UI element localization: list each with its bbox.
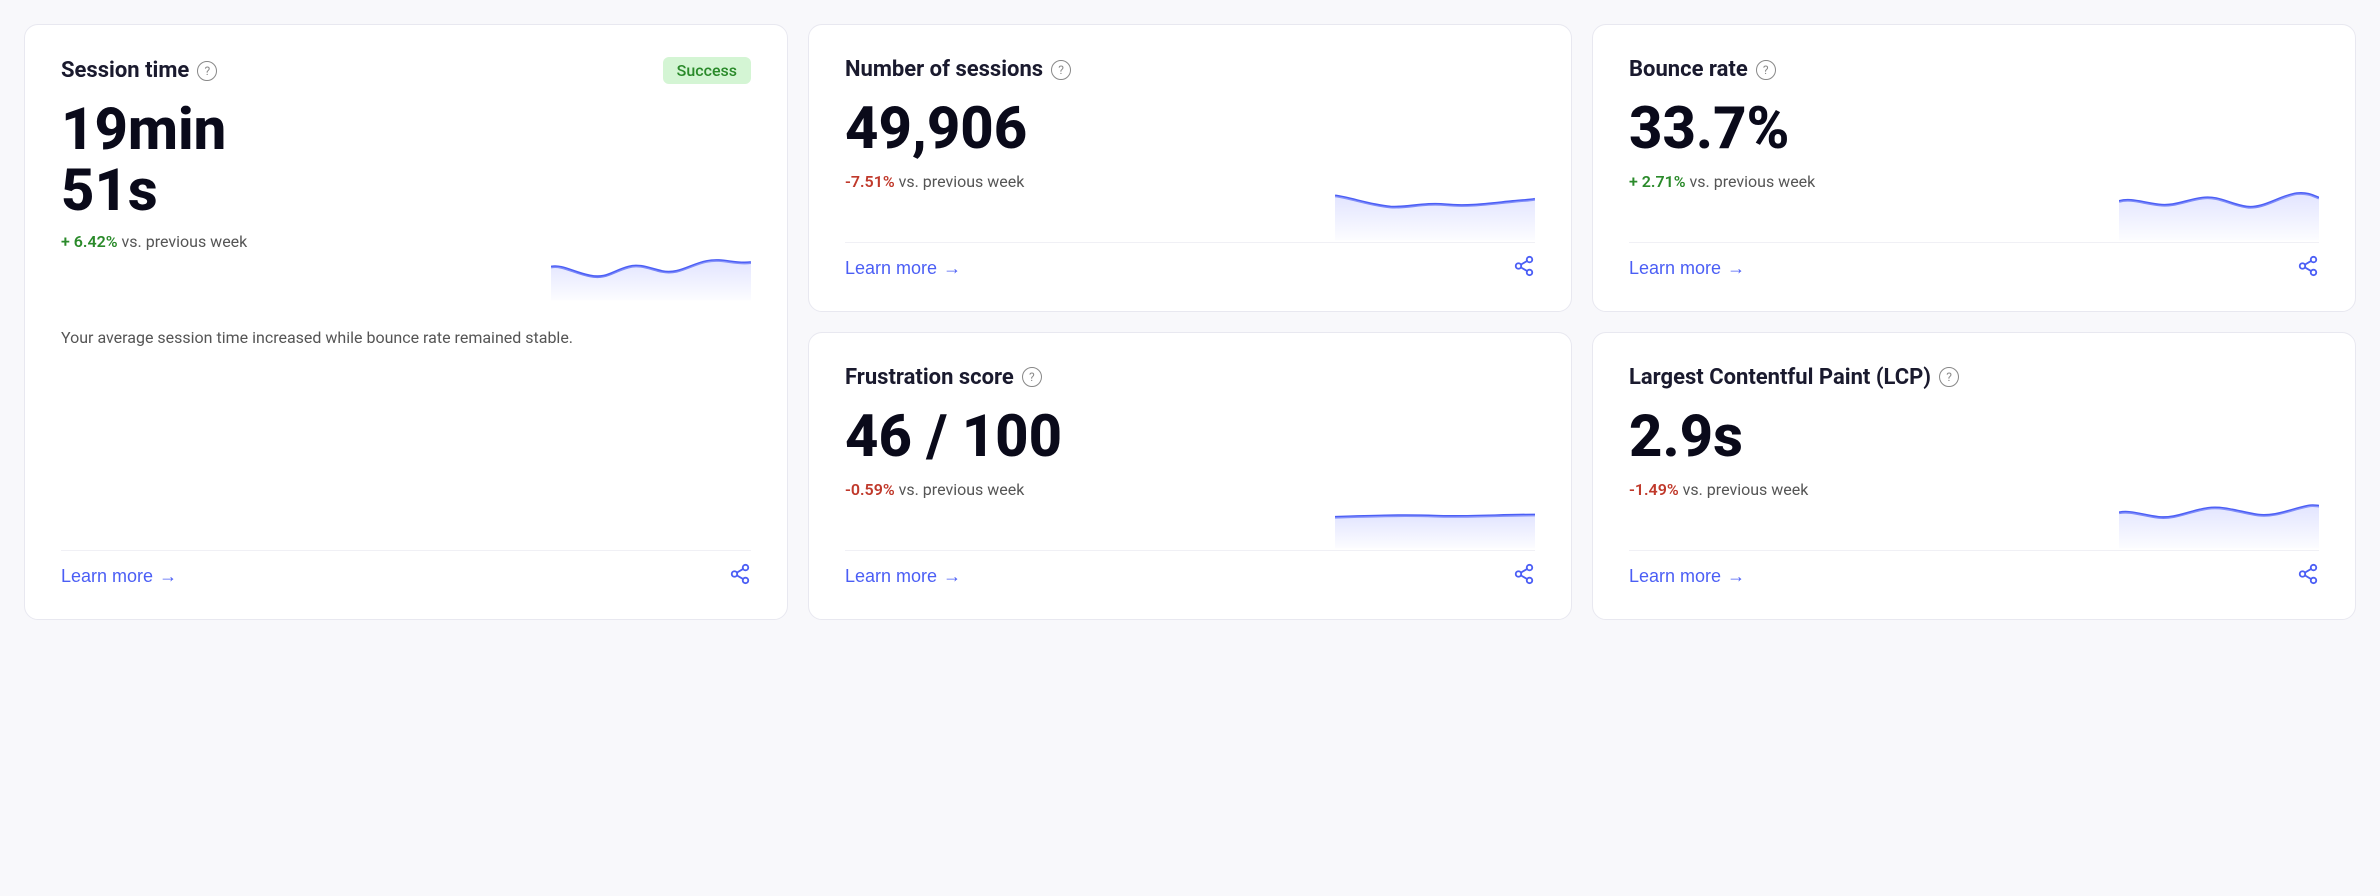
metric-left: + 6.42% vs. previous week [61, 232, 531, 255]
info-icon[interactable]: ? [1939, 367, 1959, 387]
title-text: Number of sessions [845, 57, 1043, 82]
info-icon[interactable]: ? [197, 61, 217, 81]
card-header: Frustration score ? [845, 365, 1535, 390]
card-footer: Learn more → [1629, 242, 2319, 283]
metric-row: + 2.71% vs. previous week [1629, 172, 2319, 242]
change-value: -7.51% [845, 172, 895, 191]
change-text: + 6.42% vs. previous week [61, 232, 531, 251]
learn-more-label: Learn more [845, 566, 937, 587]
title-text: Largest Contentful Paint (LCP) [1629, 365, 1931, 390]
info-icon[interactable]: ? [1022, 367, 1042, 387]
change-label: vs. previous week [899, 480, 1025, 499]
change-label: vs. previous week [1690, 172, 1816, 191]
card-footer: Learn more → [1629, 550, 2319, 591]
dashboard: Session time ? Success 19min51s + 6.42% … [24, 24, 2356, 620]
change-text: -1.49% vs. previous week [1629, 480, 2099, 499]
title-text: Bounce rate [1629, 57, 1748, 82]
metric-left: -1.49% vs. previous week [1629, 480, 2099, 503]
metric-left: -7.51% vs. previous week [845, 172, 1315, 195]
title-text: Frustration score [845, 365, 1014, 390]
share-button[interactable] [2297, 255, 2319, 283]
card-title: Number of sessions ? [845, 57, 1071, 82]
metric-left: -0.59% vs. previous week [845, 480, 1315, 503]
arrow-icon: → [1727, 258, 1745, 279]
change-label: vs. previous week [1683, 480, 1809, 499]
learn-more-button[interactable]: Learn more → [61, 566, 177, 587]
learn-more-button[interactable]: Learn more → [845, 566, 961, 587]
change-value: -1.49% [1629, 480, 1679, 499]
frustration-score-card: Frustration score ? 46 / 100 -0.59% vs. … [808, 332, 1572, 620]
sparkline-bounce [2119, 172, 2319, 242]
learn-more-label: Learn more [61, 566, 153, 587]
change-value: + 2.71% [1629, 172, 1686, 191]
share-button[interactable] [2297, 563, 2319, 591]
success-badge: Success [663, 57, 751, 84]
learn-more-button[interactable]: Learn more → [1629, 566, 1745, 587]
card-title: Bounce rate ? [1629, 57, 1776, 82]
number-of-sessions-card: Number of sessions ? 49,906 -7.51% vs. p… [808, 24, 1572, 312]
main-value: 19min51s [61, 100, 751, 222]
card-title: Frustration score ? [845, 365, 1042, 390]
session-time-card: Session time ? Success 19min51s + 6.42% … [24, 24, 788, 620]
sparkline-sessions [1335, 172, 1535, 242]
sparkline-lcp [2119, 480, 2319, 550]
metric-left: + 2.71% vs. previous week [1629, 172, 2099, 195]
learn-more-label: Learn more [1629, 566, 1721, 587]
arrow-icon: → [1727, 566, 1745, 587]
metric-row: + 6.42% vs. previous week [61, 232, 751, 302]
arrow-icon: → [943, 566, 961, 587]
main-value: 33.7% [1629, 98, 2319, 162]
info-icon[interactable]: ? [1756, 60, 1776, 80]
bounce-rate-card: Bounce rate ? 33.7% + 2.71% vs. previous… [1592, 24, 2356, 312]
card-footer: Learn more → [61, 550, 751, 591]
metric-row: -0.59% vs. previous week [845, 480, 1535, 550]
card-title: Largest Contentful Paint (LCP) ? [1629, 365, 1959, 390]
change-text: + 2.71% vs. previous week [1629, 172, 2099, 191]
card-header: Bounce rate ? [1629, 57, 2319, 82]
card-footer: Learn more → [845, 242, 1535, 283]
title-text: Session time [61, 58, 189, 83]
sparkline-session [551, 232, 751, 302]
card-footer: Learn more → [845, 550, 1535, 591]
share-button[interactable] [729, 563, 751, 591]
share-button[interactable] [1513, 255, 1535, 283]
card-header: Number of sessions ? [845, 57, 1535, 82]
card-header: Session time ? Success [61, 57, 751, 84]
learn-more-button[interactable]: Learn more → [845, 258, 961, 279]
info-icon[interactable]: ? [1051, 60, 1071, 80]
main-value: 49,906 [845, 98, 1535, 162]
sparkline-frustration [1335, 480, 1535, 550]
learn-more-label: Learn more [1629, 258, 1721, 279]
metric-row: -1.49% vs. previous week [1629, 480, 2319, 550]
change-label: vs. previous week [122, 232, 248, 251]
change-text: -7.51% vs. previous week [845, 172, 1315, 191]
card-title: Session time ? [61, 58, 217, 83]
learn-more-label: Learn more [845, 258, 937, 279]
metric-row: -7.51% vs. previous week [845, 172, 1535, 242]
description-text: Your average session time increased whil… [61, 326, 751, 526]
arrow-icon: → [943, 258, 961, 279]
change-value: + 6.42% [61, 232, 118, 251]
lcp-card: Largest Contentful Paint (LCP) ? 2.9s -1… [1592, 332, 2356, 620]
arrow-icon: → [159, 566, 177, 587]
change-text: -0.59% vs. previous week [845, 480, 1315, 499]
card-header: Largest Contentful Paint (LCP) ? [1629, 365, 2319, 390]
change-value: -0.59% [845, 480, 895, 499]
main-value: 46 / 100 [845, 406, 1535, 470]
change-label: vs. previous week [899, 172, 1025, 191]
main-value: 2.9s [1629, 406, 2319, 470]
learn-more-button[interactable]: Learn more → [1629, 258, 1745, 279]
share-button[interactable] [1513, 563, 1535, 591]
